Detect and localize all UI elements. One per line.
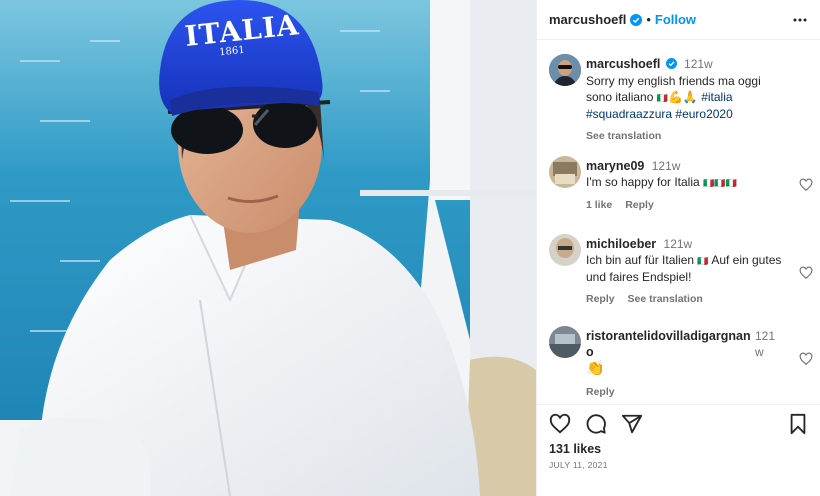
comment-username[interactable]: ristorantelidovilladigargnan [586, 329, 751, 343]
reply-button[interactable]: Reply [586, 386, 615, 398]
save-bookmark-icon[interactable] [787, 413, 809, 435]
avatar[interactable] [549, 54, 581, 86]
post-header: marcushoefl • Follow [537, 0, 820, 40]
reply-button[interactable]: Reply [625, 199, 654, 211]
post-photo[interactable]: ITALIA 1861 [0, 0, 536, 496]
header-separator: • [646, 12, 651, 27]
comment-meta: Reply See translation [586, 291, 786, 307]
comment-username[interactable]: michiloeber [586, 237, 656, 251]
like-heart-icon[interactable] [549, 413, 571, 435]
comment-body: michiloeber 121w Ich bin auf für Italien… [586, 236, 786, 307]
caption-meta: See translation [586, 128, 786, 144]
instagram-post: ITALIA 1861 marcushoefl • Follow marcush… [0, 0, 820, 496]
comment-time[interactable]: 121w [652, 159, 681, 173]
likes-count[interactable]: 131 likes [549, 442, 601, 456]
comment-bubble-icon[interactable] [585, 413, 607, 435]
verified-badge-icon [665, 58, 677, 69]
avatar[interactable] [549, 234, 581, 266]
header-username[interactable]: marcushoefl [549, 12, 626, 27]
action-bar [537, 404, 820, 440]
comment-text: I'm so happy for Italia [586, 175, 700, 189]
comment-meta: Reply [586, 384, 746, 400]
comment-likes-count[interactable]: 1 like [586, 199, 612, 211]
comment-time-wrap: w [755, 345, 764, 359]
italy-flag-emoji: 🇮🇹 [656, 93, 668, 103]
comment-text: Ich bin auf für Italien [586, 253, 695, 267]
avatar[interactable] [549, 156, 581, 188]
follow-button[interactable]: Follow [655, 12, 696, 27]
comment-username[interactable]: maryne09 [586, 159, 644, 173]
comment-meta: 1 like Reply [586, 197, 786, 213]
like-comment-heart-icon[interactable] [799, 352, 813, 366]
comment-time[interactable]: 121w [664, 237, 693, 251]
comment-item: michiloeber 121w Ich bin auf für Italien… [549, 234, 817, 314]
reply-button[interactable]: Reply [586, 293, 615, 305]
post-date[interactable]: JULY 11, 2021 [549, 460, 608, 470]
comment-username-wrap: o [586, 345, 594, 359]
caption-body: marcushoefl 121w Sorry my english friend… [586, 56, 786, 144]
comment-body: ristorantelidovilladigargnan o 👏 Reply [586, 328, 751, 400]
see-translation-link[interactable]: See translation [628, 293, 703, 305]
side-panel: marcushoefl • Follow marcushoefl 121w So… [536, 0, 820, 496]
clapping-hands-emoji: 👏 [586, 360, 605, 377]
italy-flags-emoji: 🇮🇹🇮🇹🇮🇹 [703, 178, 737, 188]
caption-time[interactable]: 121w [684, 57, 713, 71]
comments-section[interactable]: marcushoefl 121w Sorry my english friend… [537, 44, 820, 400]
photo-illustration [0, 0, 536, 496]
caption-row: marcushoefl 121w Sorry my english friend… [549, 54, 817, 148]
avatar[interactable] [549, 326, 581, 358]
comment-time[interactable]: 121 w [755, 328, 775, 360]
caption-emojis: 💪🙏 [667, 90, 698, 104]
like-comment-heart-icon[interactable] [799, 266, 813, 280]
comment-body: maryne09 121w I'm so happy for Italia 🇮🇹… [586, 158, 786, 213]
italy-flag-emoji: 🇮🇹 [697, 256, 709, 266]
comment-item: maryne09 121w I'm so happy for Italia 🇮🇹… [549, 156, 817, 216]
like-comment-heart-icon[interactable] [799, 178, 813, 192]
caption-username[interactable]: marcushoefl [586, 57, 660, 71]
comment-time-part: 121 [755, 329, 776, 343]
see-translation-link[interactable]: See translation [586, 130, 661, 142]
share-paper-plane-icon[interactable] [621, 413, 643, 435]
verified-badge-icon [630, 13, 643, 26]
more-options-icon[interactable] [792, 12, 808, 28]
comment-item: ristorantelidovilladigargnan o 👏 Reply 1… [549, 326, 817, 398]
